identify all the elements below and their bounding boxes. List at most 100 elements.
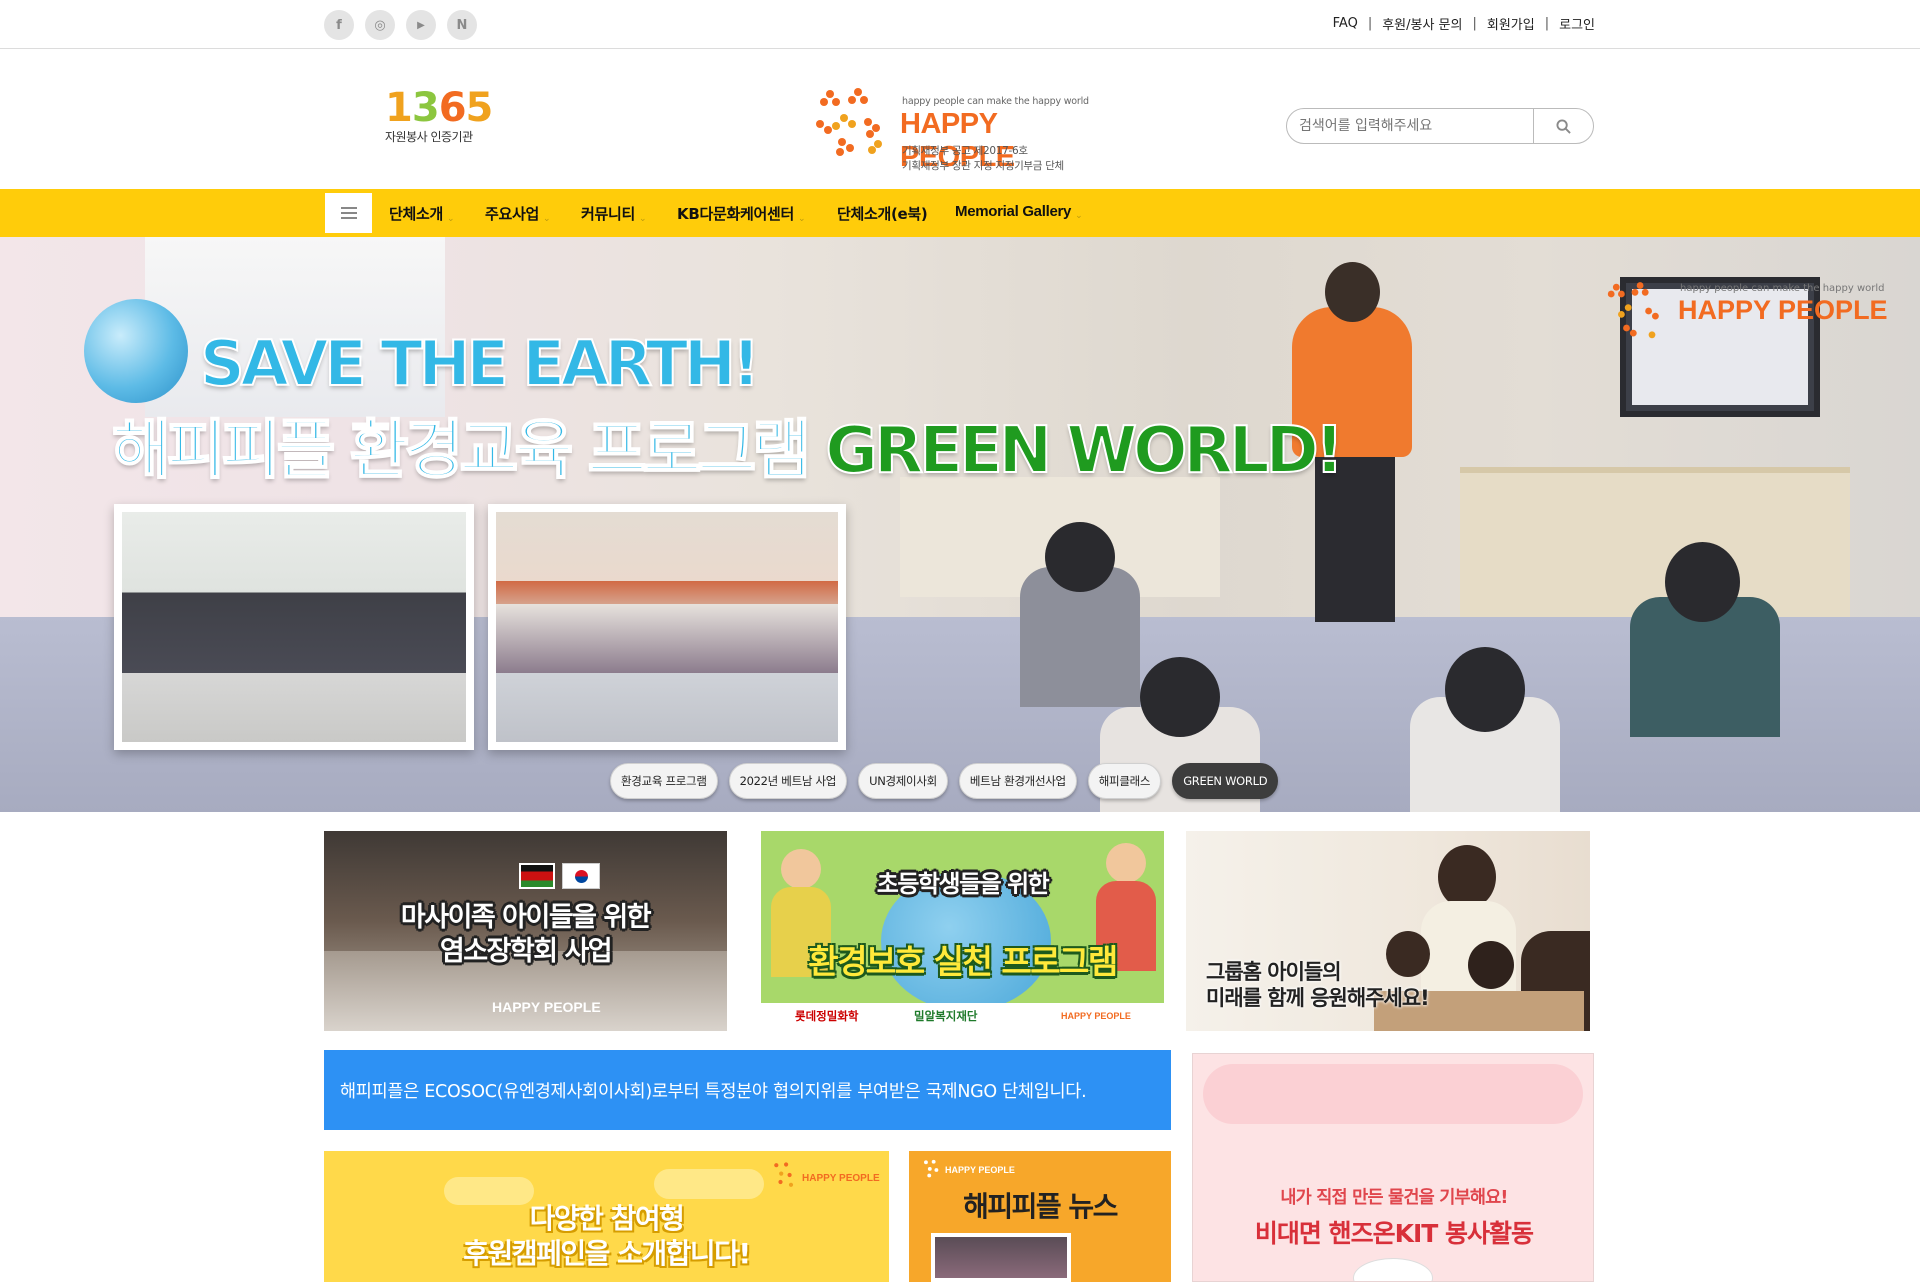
nav-label: KB다문화케어센터 [677,205,794,223]
nav-item-memorial-gallery[interactable]: Memorial Gallery ⌄ [955,203,1083,221]
logo-1365[interactable]: 1365 자원봉사 인증기관 [385,88,495,145]
search-box [1286,108,1594,144]
hero-brand-logo: happy people can make the happy world HA… [1598,277,1888,347]
banner-masai-scholarship[interactable]: 마사이족 아이들을 위한 염소장학회 사업 HAPPY PEOPLE [324,831,727,1031]
chevron-down-icon: ⌄ [447,214,455,224]
masai-title-line1: 마사이족 아이들을 위한 [400,902,652,933]
news-banner-title: 해피피플 뉴스 [963,1190,1118,1223]
nav-label: Memorial Gallery [955,203,1072,220]
banner-eco-program[interactable]: 초등학생들을 위한 환경보호 실천 프로그램 롯데정밀화학 밀알복지재단 HAP… [761,831,1164,1031]
hero-title-line2: 해피피플 환경교육 프로그램 GREEN WORLD! [111,399,1345,491]
flower-logo-icon [924,1159,939,1178]
main-nav: 단체소개 ⌄ 주요사업 ⌄ 커뮤니티 ⌄ KB다문화케어센터 ⌄ 단체소개(e북) Me… [0,189,1920,237]
search-button[interactable] [1533,109,1593,143]
kit-image [1353,1258,1433,1281]
happy-people-logo[interactable]: happy people can make the happy world HA… [812,82,1112,182]
flower-logo-icon [816,88,882,156]
ecosoc-notice-text: 해피피플은 ECOSOC(유엔경제사회이사회)로부터 특정분야 협의지위를 부여… [340,1081,1087,1102]
nav-item-projects[interactable]: 주요사업 ⌄ [485,203,551,224]
top-links: FAQ | 후원/봉사 문의 | 회원가입 | 로그인 [1333,14,1595,33]
chevron-down-icon: ⌄ [543,214,551,224]
youtube-icon[interactable]: ▶ [406,10,436,40]
chevron-down-icon: ⌄ [797,214,806,224]
slide-tab[interactable]: 환경교육 프로그램 [610,763,718,799]
brand-notice-1: 기획재정부 공고 제2017-6호 [902,145,1028,157]
campaign-title-line2: 후원캠페인을 소개합니다! [463,1237,751,1270]
chevron-down-icon: ⌄ [1075,210,1083,220]
masai-title-line2: 염소장학회 사업 [439,935,613,967]
globe-icon [84,299,188,403]
instagram-icon[interactable]: ◎ [365,10,395,40]
brand-tagline: happy people can make the happy world [902,96,1089,107]
menu-toggle-button[interactable] [325,193,372,233]
hero-slide-tabs: 환경교육 프로그램 2022년 베트남 사업 UN경제이사회 베트남 환경개선사… [610,763,1279,799]
separator: | [1367,16,1373,31]
naver-icon[interactable]: N [447,10,477,40]
grouphome-banner-title: 그룹홈 아이들의 미래를 함께 응원해주세요! [1206,959,1430,1012]
hero-teacher [1325,262,1380,322]
banner-group-home[interactable]: 그룹홈 아이들의 미래를 함께 응원해주세요! [1186,831,1590,1031]
search-icon [1556,118,1571,134]
kenya-flag-icon [519,863,555,889]
banner-campaign[interactable]: HAPPY PEOPLE 다양한 참여형 후원캠페인을 소개합니다! [324,1151,889,1282]
masai-banner-logo: HAPPY PEOPLE [492,999,601,1015]
login-link[interactable]: 로그인 [1559,14,1595,33]
news-banner-logo: HAPPY PEOPLE [945,1165,1015,1175]
search-input[interactable] [1287,109,1533,143]
slide-tab[interactable]: 베트남 환경개선사업 [958,763,1077,799]
masai-banner-title: 마사이족 아이들을 위한 염소장학회 사업 [324,901,727,969]
faq-link[interactable]: FAQ [1333,16,1358,31]
ecosoc-notice-bar[interactable]: 해피피플은 ECOSOC(유엔경제사회이사회)로부터 특정분야 협의지위를 부여… [324,1050,1171,1130]
eco-banner-line1: 초등학생들을 위한 [876,870,1050,898]
flower-logo-icon [1607,282,1659,339]
news-thumbnail [931,1233,1071,1282]
grouphome-title-line1: 그룹홈 아이들의 [1206,960,1342,984]
brand-notice-2: 기획재정부 장관 지정 지정기부금 단체 [902,160,1064,172]
nav-label: 주요사업 [485,205,540,223]
sponsor-milal: 밀알복지재단 [914,1009,978,1023]
support-inquiry-link[interactable]: 후원/봉사 문의 [1382,14,1462,33]
hero-title-korean: 해피피플 환경교육 프로그램 [111,413,812,489]
hero-slider[interactable]: SAVE THE EARTH! 해피피플 환경교육 프로그램 GREEN WOR… [0,237,1920,812]
signup-link[interactable]: 회원가입 [1487,14,1535,33]
sponsor-lotte: 롯데정밀화학 [795,1009,859,1023]
chevron-down-icon: ⌄ [639,214,647,224]
site-header: 1365 자원봉사 인증기관 happy people can make the… [0,50,1920,188]
facebook-icon[interactable]: f [324,10,354,40]
grouphome-adult [1438,845,1496,909]
hero-photo-right [488,504,846,750]
nav-label: 단체소개(e북) [837,205,928,223]
nav-item-community[interactable]: 커뮤니티 ⌄ [581,203,647,224]
hero-title-line1: SAVE THE EARTH! [199,326,761,401]
cloud-shape [654,1169,764,1199]
eco-banner-logo: HAPPY PEOPLE [1061,1011,1131,1021]
hero-title-english: GREEN WORLD! [824,413,1344,489]
slide-tab[interactable]: UN경제이사회 [858,763,948,799]
hero-child [1140,657,1220,737]
separator: | [1544,16,1550,31]
top-utility-bar: f ◎ ▶ N FAQ | 후원/봉사 문의 | 회원가입 | 로그인 [0,0,1920,49]
flower-logo-icon [774,1162,794,1187]
slide-tab[interactable]: 해피클래스 [1087,763,1162,799]
slide-tab-active[interactable]: GREEN WORLD [1172,763,1279,799]
hero-brand-tagline: happy people can make the happy world [1680,283,1885,294]
hero-child [1665,542,1740,622]
nav-label: 커뮤니티 [581,205,636,223]
hero-child [1045,522,1115,592]
grouphome-child [1468,941,1514,989]
hero-child [1445,647,1525,732]
banner-news[interactable]: HAPPY PEOPLE 해피피플 뉴스 [909,1151,1171,1282]
korea-flag-icon [562,863,600,889]
slide-tab[interactable]: 2022년 베트남 사업 [728,763,848,799]
handson-banner-line1: 내가 직접 만든 물건을 기부해요! [1280,1188,1508,1208]
nav-item-about[interactable]: 단체소개 ⌄ [389,203,455,224]
banner-hands-on-kit[interactable]: 내가 직접 만든 물건을 기부해요! 비대면 핸즈온KIT 봉사활동 [1192,1053,1594,1282]
logo-1365-digits: 1365 [385,85,493,131]
grouphome-title-line2: 미래를 함께 응원해주세요! [1206,986,1430,1011]
eco-banner-line2: 환경보호 실천 프로그램 [808,942,1118,981]
nav-item-ebook[interactable]: 단체소개(e북) [837,203,928,224]
separator: | [1472,16,1477,31]
nav-item-kb-center[interactable]: KB다문화케어센터 ⌄ [677,203,806,224]
campaign-title-line1: 다양한 참여형 [529,1202,685,1235]
hamburger-icon [340,207,357,219]
